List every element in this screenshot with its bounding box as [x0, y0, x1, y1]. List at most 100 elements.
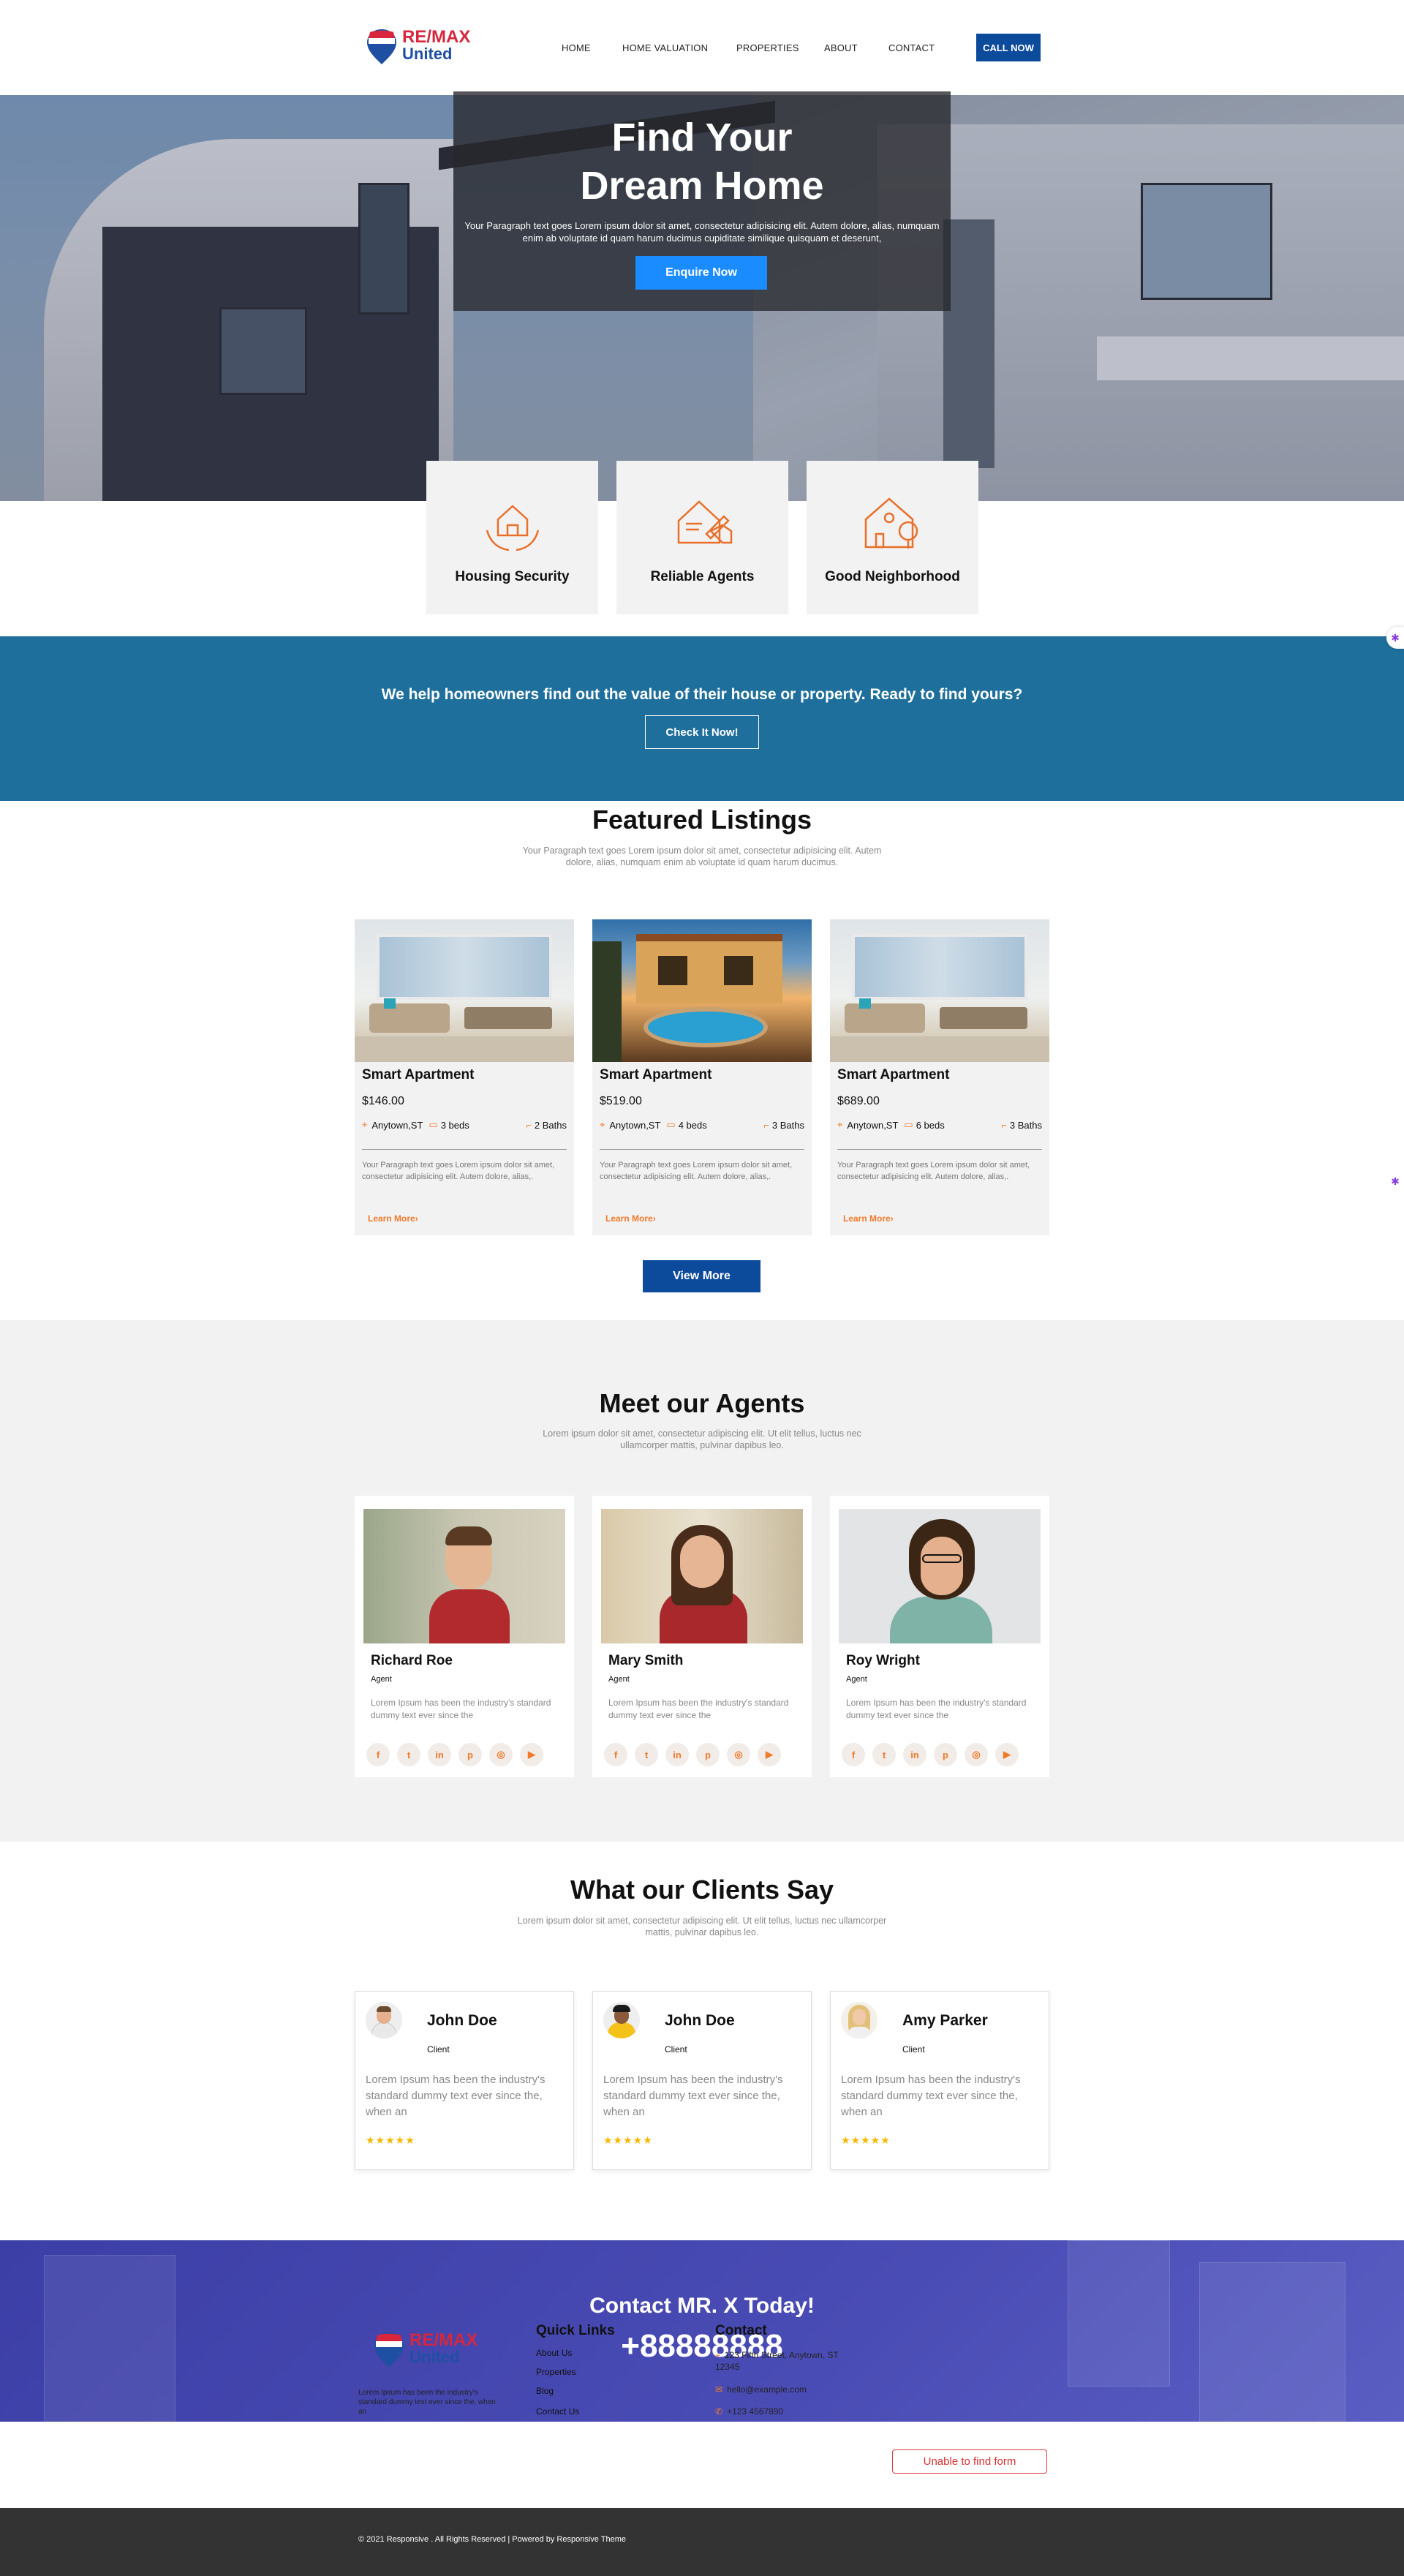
- check-it-now-button[interactable]: Check It Now!: [645, 715, 759, 749]
- agent-description: Lorem Ipsum has been the industry's stan…: [846, 1698, 1027, 1720]
- avatar: [366, 2002, 402, 2038]
- pinterest-icon[interactable]: p: [934, 1743, 957, 1766]
- bed-icon: ▭: [904, 1119, 913, 1130]
- phone-icon: ✆: [715, 2406, 723, 2417]
- footer-about-text: Lorem Ipsum has been the industry's stan…: [358, 2389, 496, 2416]
- agent-card: Mary Smith Agent Lorem Ipsum has been th…: [592, 1496, 812, 1777]
- view-more-button[interactable]: View More: [643, 1260, 760, 1292]
- testimonials-subtitle: Lorem ipsum dolor sit amet, consectetur …: [517, 1916, 887, 1937]
- bath-icon: ⌐: [526, 1119, 532, 1131]
- listing-card[interactable]: Smart Apartment $519.00 ⌖ Anytown,ST ▭ 4…: [592, 919, 812, 1235]
- call-now-button[interactable]: CALL NOW: [976, 34, 1041, 61]
- listing-title: Smart Apartment: [600, 1067, 712, 1082]
- rating-stars: ★★★★★: [366, 2134, 415, 2146]
- listing-meta: ⌖ Anytown,ST ▭ 3 beds ⌐ 2 Baths: [362, 1119, 567, 1131]
- side-widget-icon[interactable]: ✱: [1386, 627, 1404, 649]
- facebook-icon[interactable]: f: [604, 1743, 627, 1766]
- instagram-icon[interactable]: ◎: [965, 1743, 988, 1766]
- house-hands-icon: [486, 505, 539, 551]
- agents-subtitle: Lorem ipsum dolor sit amet, consectetur …: [543, 1428, 861, 1450]
- enquire-now-button[interactable]: Enquire Now: [635, 256, 767, 290]
- hero-paragraph: Your Paragraph text goes Lorem ipsum dol…: [464, 220, 940, 244]
- testimonial-card: John Doe Client Lorem Ipsum has been the…: [592, 1991, 812, 2170]
- instagram-icon[interactable]: ◎: [727, 1743, 750, 1766]
- rating-stars: ★★★★★: [603, 2134, 653, 2146]
- listing-description: Your Paragraph text goes Lorem ipsum dol…: [837, 1161, 1030, 1181]
- house-contract-icon: [677, 500, 732, 544]
- balloon-icon: [374, 2332, 404, 2368]
- agents-title: Meet our Agents: [599, 1388, 805, 1418]
- agent-role: Agent: [608, 1675, 630, 1684]
- listing-title: Smart Apartment: [362, 1067, 475, 1082]
- agent-role: Agent: [846, 1675, 867, 1684]
- contact-col-title: Contact: [715, 2323, 767, 2338]
- nav-about[interactable]: ABOUT: [824, 0, 858, 95]
- quick-link-blog[interactable]: Blog: [536, 2386, 554, 2396]
- listings-subtitle: Your Paragraph text goes Lorem ipsum dol…: [522, 846, 882, 867]
- twitter-icon[interactable]: t: [397, 1743, 420, 1766]
- remax-logo[interactable]: RE/MAX United: [366, 26, 483, 67]
- client-role: Client: [665, 2044, 687, 2055]
- listing-description: Your Paragraph text goes Lorem ipsum dol…: [600, 1161, 793, 1181]
- feature-good-neighborhood: Good Neighborhood: [807, 461, 978, 614]
- listing-meta: ⌖ Anytown,ST ▭ 4 beds ⌐ 3 Baths: [600, 1119, 804, 1131]
- learn-more-link[interactable]: Learn More›: [368, 1213, 418, 1224]
- contact-phone-small[interactable]: ✆ +123 4567890: [715, 2406, 783, 2417]
- mail-icon: ✉: [715, 2384, 723, 2395]
- side-widget-icon[interactable]: ✱: [1386, 1170, 1404, 1192]
- site-footer: [0, 2508, 1404, 2576]
- twitter-icon[interactable]: t: [635, 1743, 658, 1766]
- location-pin-icon: ⌖: [837, 1119, 843, 1130]
- listing-card[interactable]: Smart Apartment $689.00 ⌖ Anytown,ST ▭ 6…: [830, 919, 1049, 1235]
- agent-role: Agent: [371, 1675, 392, 1684]
- youtube-icon[interactable]: ▶: [758, 1743, 781, 1766]
- balloon-icon: [367, 29, 396, 64]
- pinterest-icon[interactable]: p: [696, 1743, 720, 1766]
- listing-card[interactable]: Smart Apartment $146.00 ⌖ Anytown,ST ▭ 3…: [355, 919, 574, 1235]
- agent-name: Richard Roe: [371, 1653, 453, 1668]
- pinterest-icon[interactable]: p: [458, 1743, 482, 1766]
- listing-price: $689.00: [837, 1095, 880, 1107]
- instagram-icon[interactable]: ◎: [489, 1743, 513, 1766]
- rating-stars: ★★★★★: [841, 2134, 891, 2146]
- nav-home[interactable]: HOME: [562, 0, 591, 95]
- testimonials-title: What our Clients Say: [570, 1875, 834, 1905]
- contact-phone[interactable]: +88888888: [0, 2328, 1404, 2365]
- chevron-right-icon: ›: [652, 1213, 656, 1224]
- logo-brand: RE/MAX: [402, 27, 471, 47]
- bed-icon: ▭: [429, 1119, 438, 1130]
- listing-photo-livingroom: [355, 919, 574, 1062]
- client-name: Amy Parker: [902, 2012, 988, 2029]
- contact-email[interactable]: ✉ hello@example.com: [715, 2384, 807, 2395]
- linkedin-icon[interactable]: in: [903, 1743, 926, 1766]
- learn-more-link[interactable]: Learn More›: [843, 1213, 894, 1224]
- testimonial-card: John Doe Client Lorem Ipsum has been the…: [355, 1991, 574, 2170]
- location-pin-icon: ⌖: [600, 1119, 605, 1130]
- youtube-icon[interactable]: ▶: [520, 1743, 543, 1766]
- listing-photo-livingroom: [830, 919, 1049, 1062]
- quick-link-contact[interactable]: Contact Us: [536, 2406, 579, 2417]
- location-pin-icon: ⌖: [362, 1119, 368, 1130]
- contact-address: ⌖ 123 Fifth Street, Anytown, ST 12345: [715, 2350, 839, 2372]
- nav-properties[interactable]: PROPERTIES: [736, 0, 799, 95]
- twitter-icon[interactable]: t: [872, 1743, 896, 1766]
- learn-more-link[interactable]: Learn More›: [605, 1213, 656, 1224]
- agent-socials: f t in p ◎ ▶: [604, 1743, 781, 1766]
- feature-reliable-agents: Reliable Agents: [616, 461, 788, 614]
- chevron-right-icon: ›: [890, 1213, 894, 1224]
- client-role: Client: [902, 2044, 925, 2055]
- footer-logo[interactable]: RE/MAX United: [373, 2330, 490, 2370]
- nav-contact[interactable]: CONTACT: [888, 0, 935, 95]
- youtube-icon[interactable]: ▶: [995, 1743, 1019, 1766]
- listing-price: $146.00: [362, 1095, 404, 1107]
- facebook-icon[interactable]: f: [842, 1743, 865, 1766]
- linkedin-icon[interactable]: in: [665, 1743, 689, 1766]
- quick-link-about[interactable]: About Us: [536, 2348, 572, 2358]
- client-name: John Doe: [665, 2012, 735, 2029]
- facebook-icon[interactable]: f: [366, 1743, 390, 1766]
- chevron-right-icon: ›: [415, 1213, 418, 1224]
- quick-links-title: Quick Links: [536, 2323, 615, 2338]
- quick-link-properties[interactable]: Properties: [536, 2367, 576, 2377]
- linkedin-icon[interactable]: in: [428, 1743, 451, 1766]
- nav-home-valuation[interactable]: HOME VALUATION: [622, 0, 708, 95]
